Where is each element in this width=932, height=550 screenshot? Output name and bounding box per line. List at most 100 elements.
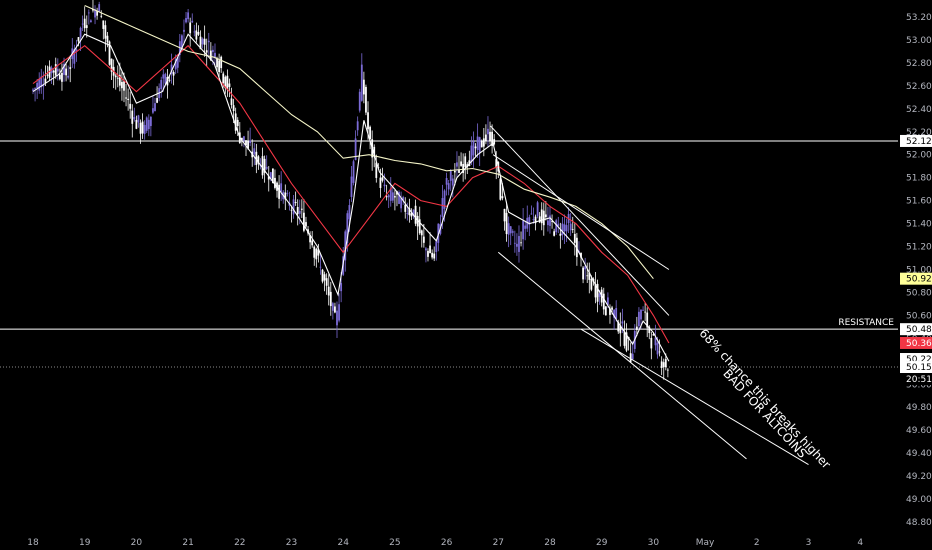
- candle-body: [513, 242, 516, 244]
- time-tick-label: 26: [441, 538, 453, 548]
- candle-body: [484, 134, 487, 141]
- candle-body: [294, 201, 297, 204]
- candle-body: [212, 49, 214, 53]
- price-tick-label: 52.60: [906, 82, 932, 92]
- candle-body: [323, 274, 326, 281]
- candle-countdown: 20:51: [906, 375, 932, 385]
- resistance-label: RESISTANCE: [838, 318, 894, 328]
- candle-body: [152, 108, 154, 113]
- candle-body: [189, 22, 192, 34]
- candle-body: [69, 67, 72, 69]
- price-axis[interactable]: 53.2053.0052.8052.6052.4052.2052.0051.80…: [906, 13, 932, 528]
- candle-body: [249, 140, 252, 143]
- candle-body: [222, 73, 225, 84]
- candle-body: [305, 222, 307, 227]
- candle-body: [65, 68, 67, 76]
- candle-body: [290, 209, 293, 211]
- candle-body: [340, 283, 343, 292]
- candle-body: [638, 311, 640, 327]
- candle-body: [453, 170, 456, 173]
- time-tick-label: 18: [27, 538, 39, 548]
- candle-body: [565, 225, 568, 232]
- candle-body: [391, 192, 394, 201]
- candle-body: [571, 229, 574, 230]
- candle-body: [478, 137, 481, 154]
- candle-body: [559, 233, 562, 236]
- candle-body: [435, 241, 438, 252]
- candle-body: [520, 242, 522, 244]
- candle-body: [383, 184, 386, 187]
- candle-body: [325, 278, 328, 286]
- candle-body: [431, 252, 434, 258]
- candle-body: [123, 81, 125, 91]
- time-tick-label: 3: [806, 538, 812, 548]
- candle-body: [143, 124, 146, 134]
- candle-body: [125, 97, 127, 99]
- candle-body: [499, 178, 502, 200]
- candle-body: [544, 214, 547, 218]
- candle-body: [137, 115, 140, 123]
- candle-body: [127, 98, 130, 100]
- candle-body: [243, 136, 245, 141]
- candle-body: [331, 303, 334, 311]
- price-chart[interactable]: 53.2053.0052.8052.6052.4052.2052.0051.80…: [0, 0, 932, 550]
- candle-body: [154, 103, 156, 112]
- candle-body: [511, 231, 514, 233]
- candle-body: [540, 209, 543, 224]
- candle-body: [547, 220, 549, 226]
- candle-body: [292, 199, 295, 215]
- candle-body: [141, 121, 144, 134]
- candle-body: [278, 184, 280, 199]
- candle-body: [350, 176, 353, 197]
- candle-body: [590, 278, 593, 290]
- candle-body: [356, 121, 359, 131]
- candle-body: [329, 291, 332, 307]
- candle-body: [311, 240, 314, 246]
- candle-body: [621, 321, 624, 324]
- candle-body: [185, 18, 187, 23]
- candle-body: [191, 20, 194, 23]
- candle-body: [482, 138, 485, 147]
- candle-body: [460, 161, 462, 166]
- candle-body: [666, 369, 669, 371]
- price-tag: 50.36: [906, 339, 932, 349]
- candle-body: [449, 170, 452, 181]
- candle-body: [139, 122, 142, 134]
- candle-body: [658, 351, 661, 353]
- candle-body: [464, 156, 467, 167]
- time-tick-label: 23: [286, 538, 297, 548]
- candle-body: [98, 4, 101, 12]
- price-tick-label: 50.80: [906, 288, 932, 298]
- candle-body: [34, 88, 36, 90]
- candle-body: [116, 77, 119, 79]
- candle-body: [623, 331, 626, 346]
- candle-body: [425, 248, 427, 251]
- candle-body: [197, 31, 200, 35]
- candle-body: [90, 20, 92, 23]
- candle-body: [553, 231, 556, 236]
- candle-body: [85, 25, 88, 28]
- candle-body: [611, 307, 613, 310]
- price-tag: 50.48: [906, 325, 932, 335]
- candle-body: [503, 208, 506, 222]
- candle-body: [61, 72, 63, 82]
- candle-body: [52, 70, 55, 73]
- price-tick-label: 50.60: [906, 311, 932, 321]
- candle-body: [313, 246, 316, 258]
- candle-body: [660, 361, 663, 368]
- candle-body: [100, 15, 103, 17]
- candle-body: [201, 38, 204, 45]
- candle-body: [147, 119, 150, 130]
- price-tick-label: 52.40: [906, 105, 932, 115]
- candle-body: [480, 140, 483, 148]
- candle-body: [352, 161, 355, 183]
- candle-body: [228, 83, 231, 87]
- candle-body: [561, 223, 564, 236]
- time-tick-label: 21: [182, 538, 193, 548]
- candle-body: [629, 353, 632, 363]
- price-tick-label: 51.80: [906, 174, 932, 184]
- price-tag: 50.15: [906, 363, 932, 373]
- candle-body: [385, 196, 388, 198]
- candle-body: [472, 141, 475, 156]
- candle-body: [160, 79, 163, 90]
